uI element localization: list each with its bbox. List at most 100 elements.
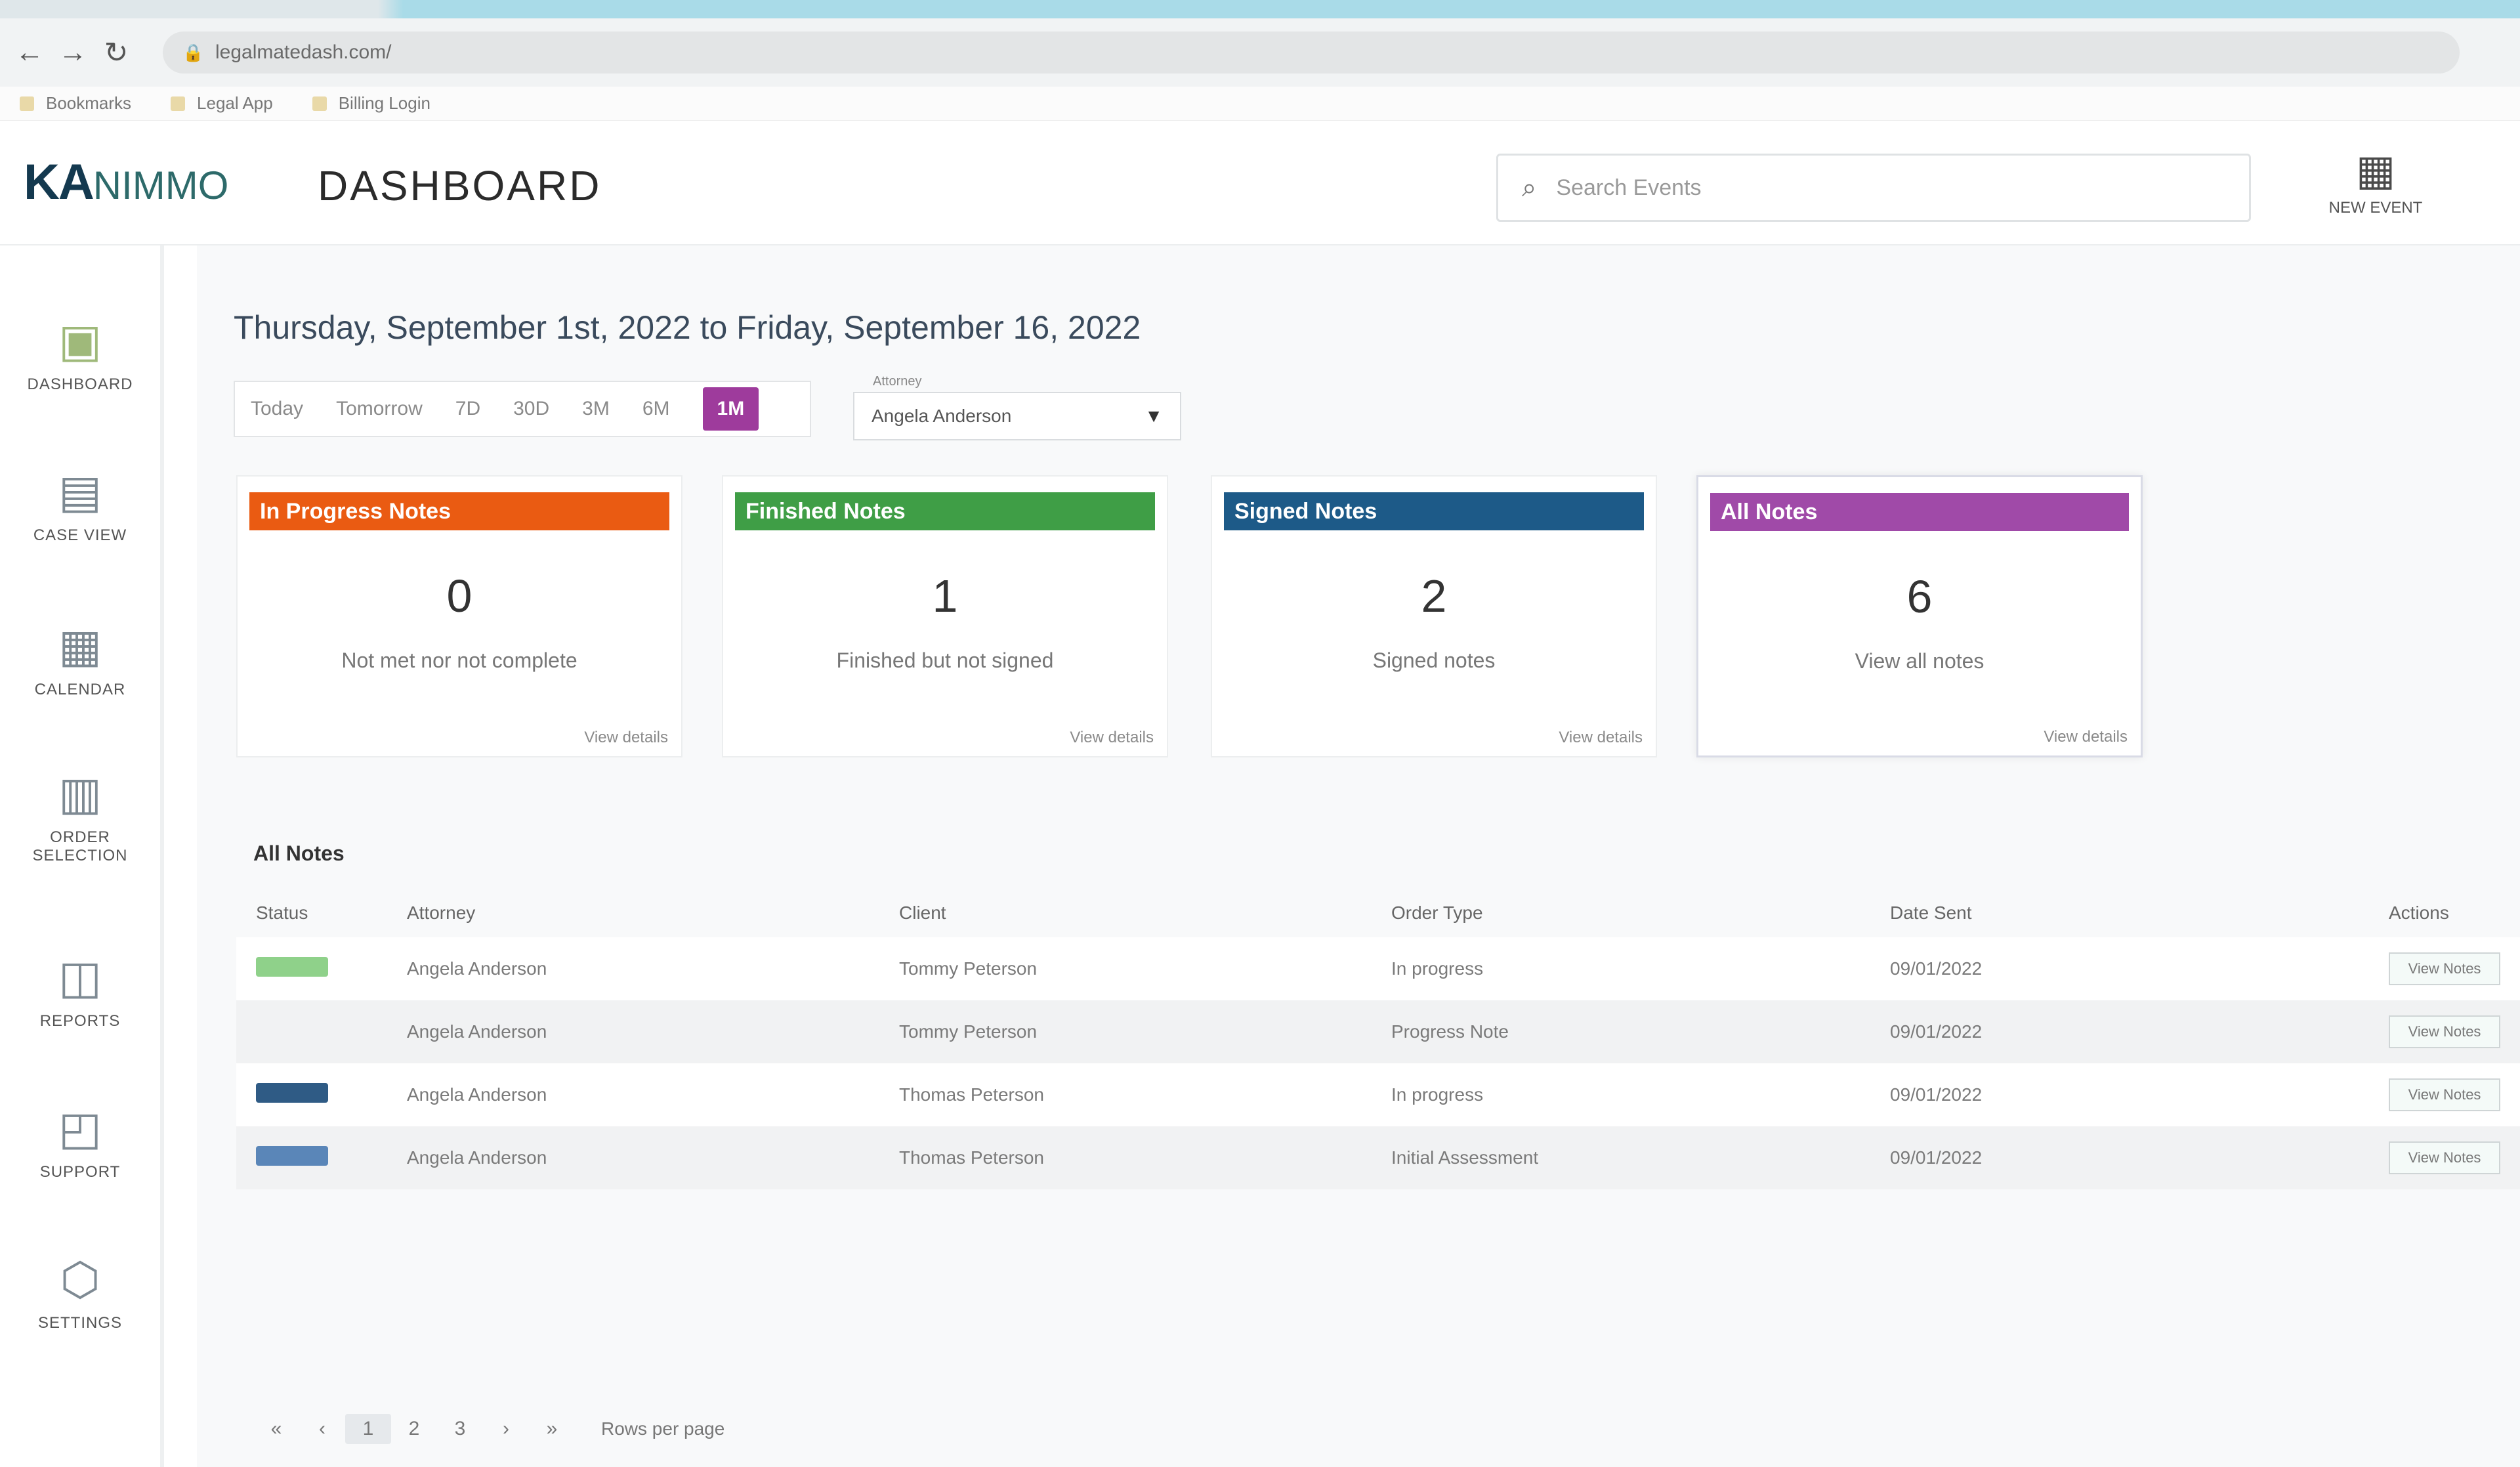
card-desc: View all notes	[1855, 649, 1984, 673]
cell-attorney: Angela Anderson	[407, 1021, 547, 1042]
pagination: « ‹ 1 2 3 › » Rows per page	[253, 1414, 724, 1444]
search-icon: ⌕	[1522, 173, 1537, 202]
back-icon[interactable]: ←	[13, 33, 46, 72]
forward-icon[interactable]: →	[56, 33, 89, 72]
card-view-link[interactable]: View details	[2044, 728, 2128, 746]
last-page-button[interactable]: »	[529, 1418, 575, 1440]
card-title: All Notes	[1710, 493, 2129, 531]
cell-attorney: Angela Anderson	[407, 958, 547, 979]
support-icon: ◰	[58, 1103, 102, 1154]
table-header: Status Attorney Client Order Type Date S…	[236, 889, 2520, 937]
card-view-link[interactable]: View details	[1070, 729, 1154, 747]
sidebar-item-dashboard[interactable]: ▣ DASHBOARD	[0, 311, 160, 394]
cell-order-type: In progress	[1391, 958, 1484, 979]
page-3-button[interactable]: 3	[437, 1418, 483, 1440]
card-signed[interactable]: Signed Notes 2 Signed notes View details	[1211, 475, 1657, 757]
filter-3m[interactable]: 3M	[582, 398, 610, 420]
filter-tomorrow[interactable]: Tomorrow	[336, 398, 423, 420]
card-view-link[interactable]: View details	[1559, 729, 1643, 747]
next-page-button[interactable]: ›	[483, 1418, 529, 1440]
sidebar-item-order-selection[interactable]: ▥ ORDER SELECTION	[0, 764, 160, 865]
card-all-notes[interactable]: All Notes 6 View all notes View details	[1696, 475, 2143, 757]
first-page-button[interactable]: «	[253, 1418, 299, 1440]
cell-date: 09/01/2022	[1890, 1021, 1983, 1042]
view-notes-button[interactable]: View Notes	[2389, 1141, 2500, 1174]
attorney-select[interactable]: Attorney Angela Anderson ▼	[853, 374, 1181, 440]
filter-30d[interactable]: 30D	[513, 398, 549, 420]
status-badge	[256, 1145, 328, 1166]
table-row[interactable]: Angela Anderson Thomas Peterson Initial …	[236, 1126, 2520, 1189]
card-count: 2	[1421, 570, 1447, 622]
table-row[interactable]: Angela Anderson Tommy Peterson In progre…	[236, 937, 2520, 1000]
attorney-dropdown[interactable]: Angela Anderson ▼	[853, 392, 1181, 440]
card-finished[interactable]: Finished Notes 1 Finished but not signed…	[722, 475, 1168, 757]
view-notes-button[interactable]: View Notes	[2389, 1015, 2500, 1048]
sidebar-item-support[interactable]: ◰ SUPPORT	[0, 1099, 160, 1181]
card-desc: Not met nor not complete	[341, 648, 578, 672]
prev-page-button[interactable]: ‹	[299, 1418, 345, 1440]
logo[interactable]: KANIMMO	[24, 154, 228, 211]
card-title: Signed Notes	[1224, 492, 1644, 530]
cell-date: 09/01/2022	[1890, 1084, 1983, 1105]
filter-1m[interactable]: 1M	[702, 387, 759, 431]
bookmark-item[interactable]: Bookmarks	[20, 93, 131, 114]
card-title: In Progress Notes	[249, 492, 669, 530]
bookmark-item[interactable]: Legal App	[171, 93, 273, 114]
cell-client: Tommy Peterson	[899, 958, 1038, 979]
address-bar[interactable]: 🔒 legalmatedash.com/	[163, 32, 2460, 74]
col-attorney[interactable]: Attorney	[394, 903, 886, 924]
attorney-selected: Angela Anderson	[872, 406, 1012, 426]
cell-attorney: Angela Anderson	[407, 1147, 547, 1168]
search-placeholder: Search Events	[1556, 175, 1702, 200]
notes-table: Status Attorney Client Order Type Date S…	[236, 889, 2520, 1189]
bookmark-item[interactable]: Billing Login	[312, 93, 430, 114]
search-input[interactable]: ⌕ Search Events	[1496, 154, 2251, 222]
col-client[interactable]: Client	[886, 903, 1378, 924]
table-row[interactable]: Angela Anderson Thomas Peterson In progr…	[236, 1063, 2520, 1126]
cell-order-type: Progress Note	[1391, 1021, 1509, 1042]
page-1-button[interactable]: 1	[345, 1414, 391, 1444]
date-filter-bar: Today Tomorrow 7D 30D 3M 6M 1M	[234, 381, 811, 437]
sidebar-item-settings[interactable]: ⬡ SETTINGS	[0, 1250, 160, 1332]
sidebar-item-calendar[interactable]: ▦ CALENDAR	[0, 616, 160, 699]
col-order-type[interactable]: Order Type	[1378, 903, 1877, 924]
sidebar-item-case-view[interactable]: ▤ CASE VIEW	[0, 462, 160, 545]
chevron-down-icon: ▼	[1144, 406, 1163, 426]
filter-7d[interactable]: 7D	[455, 398, 480, 420]
cell-client: Thomas Peterson	[899, 1147, 1044, 1168]
card-in-progress[interactable]: In Progress Notes 0 Not met nor not comp…	[236, 475, 682, 757]
view-notes-button[interactable]: View Notes	[2389, 952, 2500, 985]
card-count: 0	[446, 570, 472, 622]
date-range: Thursday, September 1st, 2022 to Friday,…	[234, 309, 1141, 346]
col-status[interactable]: Status	[236, 903, 394, 924]
cell-order-type: Initial Assessment	[1391, 1147, 1539, 1168]
browser-address-row: ← → ↻ 🔒 legalmatedash.com/	[0, 18, 2520, 87]
page-2-button[interactable]: 2	[391, 1418, 437, 1440]
sidebar-item-reports[interactable]: ◫ REPORTS	[0, 948, 160, 1031]
cell-date: 09/01/2022	[1890, 1147, 1983, 1168]
reload-icon[interactable]: ↻	[100, 33, 133, 72]
app-header: KANIMMO DASHBOARD ⌕ Search Events ▦ NEW …	[0, 121, 2520, 245]
filter-6m[interactable]: 6M	[642, 398, 670, 420]
filter-today[interactable]: Today	[251, 398, 303, 420]
status-badge	[256, 1082, 328, 1103]
card-title: Finished Notes	[735, 492, 1155, 530]
card-view-link[interactable]: View details	[584, 729, 668, 747]
main-content: Thursday, September 1st, 2022 to Friday,…	[197, 245, 2520, 1467]
card-count: 1	[932, 570, 958, 622]
bookmark-icon	[171, 96, 186, 111]
col-date-sent[interactable]: Date Sent	[1877, 903, 2376, 924]
new-event-button[interactable]: ▦ NEW EVENT	[2317, 146, 2435, 217]
attorney-select-caption: Attorney	[873, 374, 922, 389]
settings-icon: ⬡	[60, 1254, 100, 1305]
table-row[interactable]: Angela Anderson Tommy Peterson Progress …	[236, 1000, 2520, 1063]
table-title: All Notes	[253, 841, 345, 865]
rows-per-page[interactable]: Rows per page	[601, 1418, 724, 1439]
lock-icon: 🔒	[182, 43, 204, 62]
cell-attorney: Angela Anderson	[407, 1084, 547, 1105]
cell-client: Thomas Peterson	[899, 1084, 1044, 1105]
cell-client: Tommy Peterson	[899, 1021, 1038, 1042]
sidebar: ▣ DASHBOARD ▤ CASE VIEW ▦ CALENDAR ▥ ORD…	[0, 245, 164, 1467]
case-view-icon: ▤	[58, 466, 102, 517]
view-notes-button[interactable]: View Notes	[2389, 1078, 2500, 1111]
